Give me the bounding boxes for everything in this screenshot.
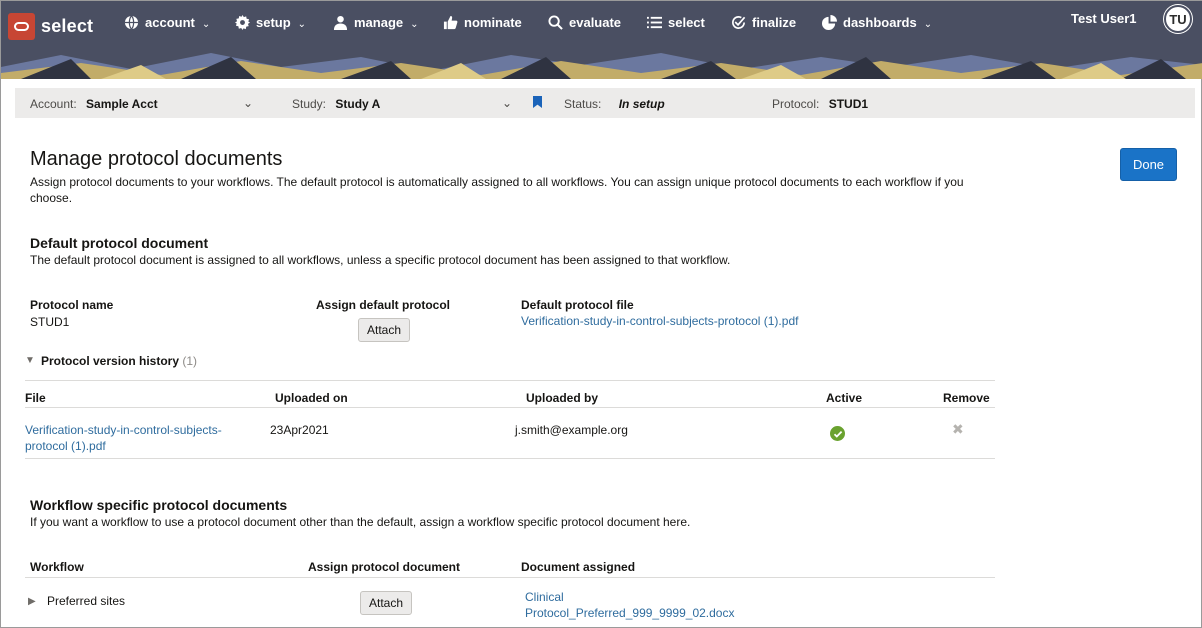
col-assign-protocol: Assign protocol document (308, 560, 461, 574)
col-document-assigned: Document assigned (521, 560, 636, 574)
remove-x-icon[interactable]: ✖ (952, 421, 964, 438)
chevron-down-icon: ⌄ (410, 18, 419, 30)
workflow-name: Preferred sites (47, 594, 126, 608)
document-assigned-link[interactable]: Clinical Protocol_Preferred_999_9999_02.… (525, 589, 734, 621)
nav-select[interactable]: select (646, 14, 705, 30)
context-bar: Account: Sample Acct ⌄ Study: Study A ⌄ … (15, 88, 1195, 118)
nav-account-label: account (145, 14, 195, 30)
person-icon (332, 14, 348, 30)
app-logo[interactable]: select (8, 13, 93, 40)
bookmark-icon[interactable] (533, 96, 542, 108)
col-default-file: Default protocol file (521, 298, 634, 312)
col-file: File (25, 391, 46, 405)
study-label: Study: (292, 97, 327, 111)
divider (25, 407, 995, 408)
top-navigation-bar: select account ⌄ setup ⌄ manage ⌄ nomina… (1, 1, 1202, 45)
nav-manage[interactable]: manage ⌄ (332, 14, 419, 30)
active-check-icon (830, 426, 845, 441)
history-file-line1: Verification-study-in-control-subjects- (25, 423, 222, 437)
nav-dashboards[interactable]: dashboards ⌄ (821, 14, 932, 30)
thumbs-up-icon (442, 14, 458, 30)
col-uploaded-on: Uploaded on (275, 391, 348, 405)
nav-setup-label: setup (256, 14, 291, 30)
app-brand-name: select (41, 16, 94, 36)
workflow-section-title: Workflow specific protocol documents (30, 497, 288, 513)
attach-workflow-button[interactable]: Attach (360, 591, 413, 615)
nav-nominate[interactable]: nominate (442, 14, 522, 30)
col-active: Active (826, 391, 863, 405)
nav-finalize-label: finalize (752, 14, 797, 30)
globe-icon (123, 14, 139, 30)
nav-setup[interactable]: setup ⌄ (234, 14, 306, 30)
default-protocol-file-link[interactable]: Verification-study-in-control-subjects-p… (521, 313, 798, 329)
collapse-chevron-down-icon[interactable]: ▼ (25, 355, 35, 366)
status-display: Status: In setup (564, 97, 665, 111)
protocol-name-value: STUD1 (30, 315, 70, 329)
col-remove: Remove (943, 391, 990, 405)
chevron-down-icon: ⌄ (201, 18, 211, 30)
chevron-down-icon: ⌄ (297, 18, 307, 30)
protocol-display: Protocol: STUD1 (772, 97, 868, 111)
document-line2: Protocol_Preferred_999_9999_02.docx (525, 606, 735, 620)
protocol-value: STUD1 (828, 97, 869, 111)
check-circle-icon (730, 14, 746, 30)
history-file-line2: protocol (1).pdf (25, 439, 106, 453)
version-history-toggle[interactable]: Protocol version history (1) (41, 354, 197, 368)
nav-manage-label: manage (354, 14, 404, 30)
page-intro: Assign protocol documents to your workfl… (30, 175, 964, 205)
protocol-label: Protocol: (772, 97, 820, 111)
version-history-count: (1) (182, 354, 198, 368)
study-chevron-down-icon[interactable]: ⌄ (502, 96, 512, 110)
search-icon (547, 14, 563, 30)
nav-dashboards-label: dashboards (843, 14, 917, 30)
col-uploaded-by: Uploaded by (526, 391, 599, 405)
pie-chart-icon (821, 14, 837, 30)
account-chevron-down-icon[interactable]: ⌄ (243, 96, 253, 110)
done-button[interactable]: Done (1120, 148, 1177, 181)
uploaded-by-value: j.smith@example.org (515, 423, 628, 437)
nav-account[interactable]: account ⌄ (123, 14, 210, 30)
workflow-section-description: If you want a workflow to use a protocol… (30, 515, 691, 529)
divider (25, 458, 995, 459)
nav-select-label: select (668, 14, 705, 30)
attach-default-button[interactable]: Attach (358, 318, 411, 342)
account-value: Sample Acct (86, 97, 158, 111)
col-workflow: Workflow (30, 560, 84, 574)
oracle-logo-icon (8, 13, 35, 40)
list-icon (646, 14, 662, 30)
decorative-banner (1, 45, 1202, 79)
account-label: Account: (30, 97, 77, 111)
account-selector[interactable]: Account: Sample Acct (30, 97, 158, 111)
study-selector[interactable]: Study: Study A (292, 97, 380, 111)
nav-nominate-label: nominate (464, 14, 522, 30)
history-file-link[interactable]: Verification-study-in-control-subjects- … (25, 422, 222, 454)
default-section-title: Default protocol document (30, 235, 209, 251)
divider (25, 380, 995, 381)
status-value: In setup (618, 97, 665, 111)
version-history-label: Protocol version history (41, 354, 180, 368)
user-name[interactable]: Test User1 (1071, 11, 1137, 26)
col-protocol-name: Protocol name (30, 298, 114, 312)
user-avatar[interactable]: TU (1164, 5, 1192, 33)
col-assign-default: Assign default protocol (316, 298, 451, 312)
gear-icon (234, 14, 250, 30)
divider (25, 577, 995, 578)
document-line1: Clinical (525, 590, 564, 604)
uploaded-on-value: 23Apr2021 (270, 423, 329, 437)
chevron-down-icon: ⌄ (923, 18, 933, 30)
nav-evaluate-label: evaluate (569, 14, 622, 30)
default-section-description: The default protocol document is assigne… (30, 253, 731, 267)
study-value: Study A (335, 97, 381, 111)
page-title: Manage protocol documents (30, 148, 283, 170)
expand-chevron-right-icon[interactable]: ▶ (28, 596, 36, 607)
nav-evaluate[interactable]: evaluate (547, 14, 621, 30)
nav-finalize[interactable]: finalize (730, 14, 796, 30)
status-label: Status: (564, 97, 602, 111)
